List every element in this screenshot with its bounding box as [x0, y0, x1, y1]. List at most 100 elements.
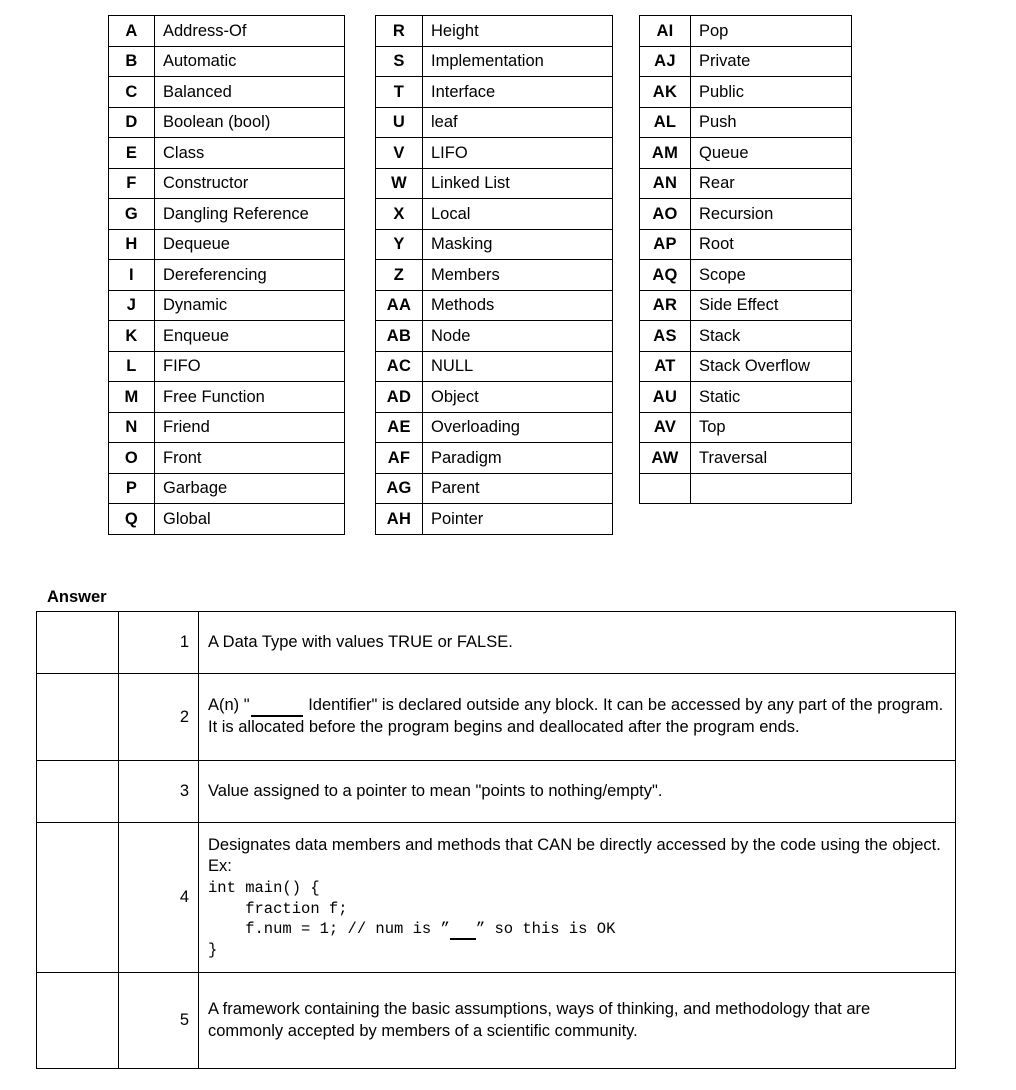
word-bank-table-1: A Address-Of B Automatic C Balanced D Boolea…: [108, 15, 345, 535]
table-row: C Balanced: [108, 76, 345, 108]
table-row: AA Methods: [375, 289, 613, 321]
word-bank-key: AB: [375, 320, 423, 352]
word-bank-key: AL: [639, 106, 691, 138]
word-bank-key: AR: [639, 289, 691, 321]
word-bank-area: A Address-Of B Automatic C Balanced D Boolea…: [0, 0, 1016, 560]
word-bank-key: AH: [375, 503, 423, 535]
word-bank-key: Q: [108, 503, 155, 535]
word-bank-term: Paradigm: [422, 442, 613, 474]
table-row: H Dequeue: [108, 228, 345, 260]
word-bank-term: Side Effect: [690, 289, 852, 321]
table-row: J Dynamic: [108, 289, 345, 321]
question-text-3-line: Value assigned to a pointer to mean "poi…: [208, 781, 663, 800]
table-row: A Address-Of: [108, 15, 345, 47]
word-bank-term: Balanced: [154, 76, 345, 108]
table-row: G Dangling Reference: [108, 198, 345, 230]
word-bank-term: Height: [422, 15, 613, 47]
word-bank-key: AW: [639, 442, 691, 474]
word-bank-term: Masking: [422, 228, 613, 260]
table-row: AU Static: [639, 381, 852, 413]
word-bank-key: AF: [375, 442, 423, 474]
table-row: AG Parent: [375, 472, 613, 504]
table-row: AJ Private: [639, 45, 852, 77]
word-bank-key: A: [108, 15, 155, 47]
table-row: AL Push: [639, 106, 852, 138]
question-text-5-line: A framework containing the basic assumpt…: [208, 999, 871, 1040]
word-bank-term: Enqueue: [154, 320, 345, 352]
word-bank-term: Methods: [422, 289, 613, 321]
word-bank-term: Dequeue: [154, 228, 345, 260]
answer-section-heading: Answer: [47, 588, 107, 606]
table-row: W Linked List: [375, 167, 613, 199]
word-bank-key: M: [108, 381, 155, 413]
table-row: Z Members: [375, 259, 613, 291]
word-bank-term: Private: [690, 45, 852, 77]
word-bank-key: AD: [375, 381, 423, 413]
table-row: M Free Function: [108, 381, 345, 413]
word-bank-term: Root: [690, 228, 852, 260]
question-text-5: A framework containing the basic assumpt…: [198, 972, 956, 1069]
word-bank-term: Rear: [690, 167, 852, 199]
word-bank-term: Recursion: [690, 198, 852, 230]
word-bank-key: U: [375, 106, 423, 138]
answer-input-cell-1[interactable]: [36, 611, 119, 674]
table-row: AQ Scope: [639, 259, 852, 291]
word-bank-key: R: [375, 15, 423, 47]
word-bank-key: AQ: [639, 259, 691, 291]
word-bank-term: Class: [154, 137, 345, 169]
table-row: P Garbage: [108, 472, 345, 504]
table-row: AR Side Effect: [639, 289, 852, 321]
table-row: B Automatic: [108, 45, 345, 77]
word-bank-term: Parent: [422, 472, 613, 504]
table-row: I Dereferencing: [108, 259, 345, 291]
answer-input-cell-5[interactable]: [36, 972, 119, 1069]
table-row: AH Pointer: [375, 503, 613, 535]
table-row: AP Root: [639, 228, 852, 260]
word-bank-key: Z: [375, 259, 423, 291]
word-bank-key: V: [375, 137, 423, 169]
table-row: Uleaf: [375, 106, 613, 138]
answer-input-cell-3[interactable]: [36, 760, 119, 823]
word-bank-table-1-body: A Address-Of B Automatic C Balanced D Boolea…: [108, 15, 345, 535]
code-fill-in-blank-icon: [449, 925, 476, 940]
word-bank-key: AS: [639, 320, 691, 352]
table-row: F Constructor: [108, 167, 345, 199]
word-bank-term: Dynamic: [154, 289, 345, 321]
word-bank-table-2: R Height S Implementation T Interface Uleaf…: [375, 15, 613, 535]
word-bank-key: N: [108, 411, 155, 443]
answer-input-cell-4[interactable]: [36, 822, 119, 973]
word-bank-key: L: [108, 350, 155, 382]
word-bank-key: I: [108, 259, 155, 291]
question-2-prefix: A(n) ": [208, 696, 250, 715]
word-bank-term: Front: [154, 442, 345, 474]
word-bank-key: X: [375, 198, 423, 230]
question-number-2: 2: [118, 673, 199, 761]
word-bank-key: W: [375, 167, 423, 199]
table-row: Q Global: [108, 503, 345, 535]
word-bank-term: Local: [422, 198, 613, 230]
answer-input-cell-2[interactable]: [36, 673, 119, 761]
table-row: 5 A framework containing the basic assum…: [36, 972, 956, 1069]
word-bank-key: B: [108, 45, 155, 77]
word-bank-term: Address-Of: [154, 15, 345, 47]
word-bank-term: Stack: [690, 320, 852, 352]
word-bank-key: AP: [639, 228, 691, 260]
question-text-4-line: Designates data members and methods that…: [208, 835, 941, 876]
question-text-4: Designates data members and methods that…: [198, 822, 956, 973]
word-bank-term: Stack Overflow: [690, 350, 852, 382]
question-text-1: A Data Type with values TRUE or FALSE.: [198, 611, 956, 674]
table-row: AS Stack: [639, 320, 852, 352]
word-bank-term: Members: [422, 259, 613, 291]
word-bank-key: AI: [639, 15, 691, 47]
word-bank-table-2-body: R Height S Implementation T Interface Uleaf…: [375, 15, 613, 535]
word-bank-key: AC: [375, 350, 423, 382]
word-bank-term: Linked List: [422, 167, 613, 199]
word-bank-key: C: [108, 76, 155, 108]
table-row: AO Recursion: [639, 198, 852, 230]
table-row: O Front: [108, 442, 345, 474]
table-row: AF Paradigm: [375, 442, 613, 474]
table-row: 1 A Data Type with values TRUE or FALSE.: [36, 611, 956, 674]
word-bank-key-empty: [639, 472, 691, 504]
table-row: D Boolean (bool): [108, 106, 345, 138]
word-bank-key: Y: [375, 228, 423, 260]
